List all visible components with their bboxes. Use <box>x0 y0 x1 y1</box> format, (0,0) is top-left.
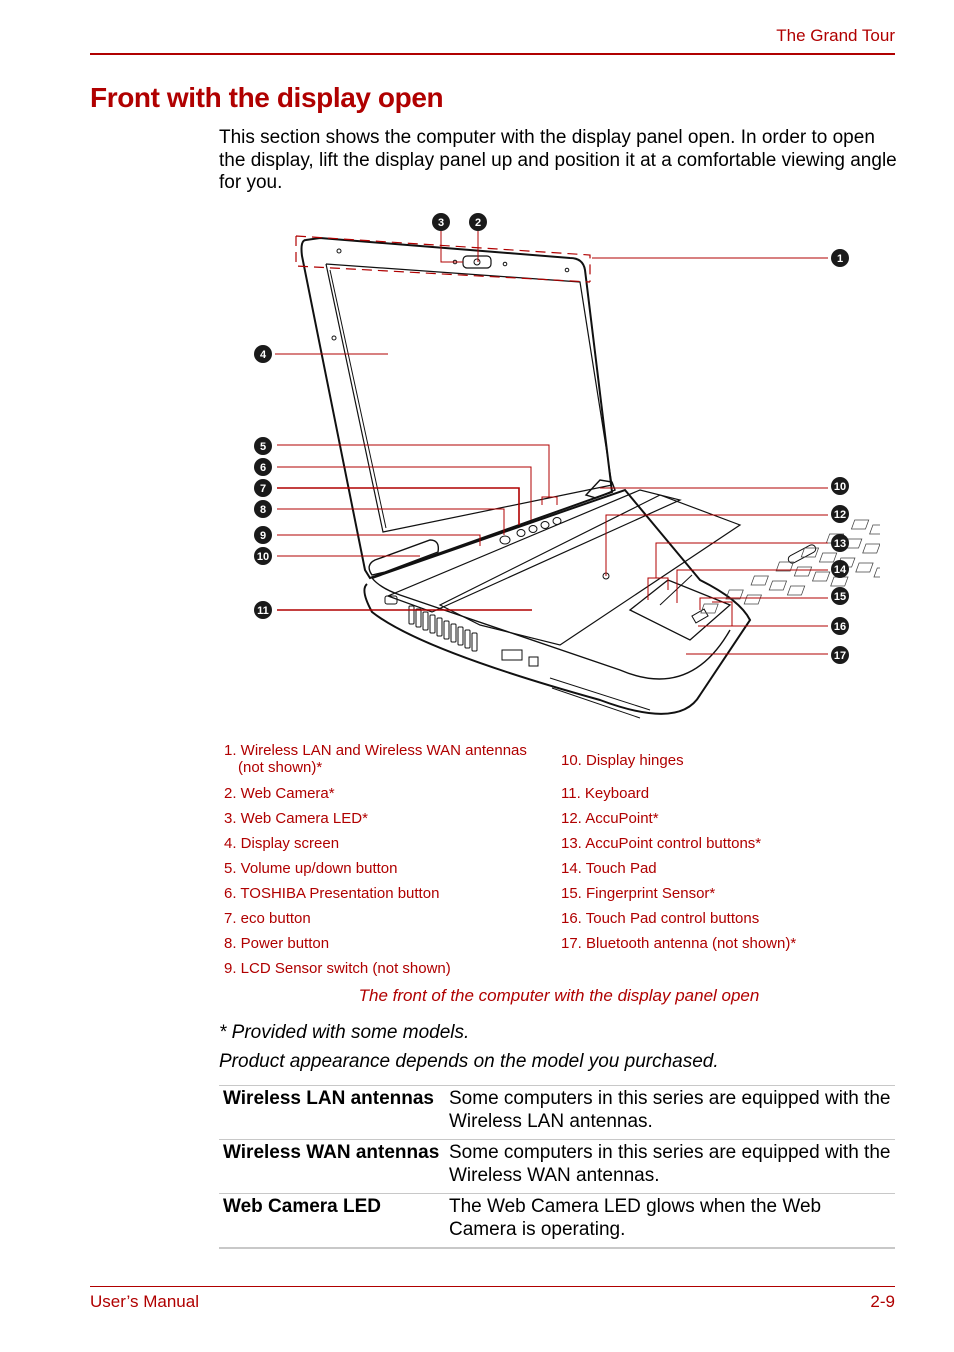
term-cell: Wireless LAN antennas <box>219 1085 445 1140</box>
laptop-drawing <box>300 236 817 719</box>
legend-item: 16. Touch Pad control buttons <box>561 910 760 927</box>
callout-markers: 123456789101011121314151617 <box>254 213 849 664</box>
callout-number: 15 <box>834 591 846 603</box>
callout-number: 6 <box>260 462 266 474</box>
callout-number: 17 <box>834 650 846 662</box>
legend-item-label-continued: (not shown)* <box>238 759 323 776</box>
callout-number: 3 <box>438 217 444 229</box>
legend-item: 10. Display hinges <box>561 752 684 769</box>
legend-item: 3. Web Camera LED* <box>224 810 368 827</box>
footer-page-number: 2-9 <box>870 1292 895 1311</box>
callout-number: 10 <box>257 551 269 563</box>
callout-marker: 7 <box>254 479 272 497</box>
table-row: Web Camera LED The Web Camera LED glows … <box>219 1193 895 1249</box>
callout-marker: 12 <box>831 505 849 523</box>
callout-marker: 10 <box>831 477 849 495</box>
callout-number: 11 <box>257 605 269 617</box>
legend-item: 6. TOSHIBA Presentation button <box>224 885 440 902</box>
legend-item: 7. eco button <box>224 910 311 927</box>
leader-lines <box>275 230 828 655</box>
term-cell: Wireless WAN antennas <box>219 1139 445 1194</box>
callout-marker: 15 <box>831 587 849 605</box>
callout-number: 13 <box>834 538 846 550</box>
callout-marker: 3 <box>432 213 450 231</box>
callout-marker: 1 <box>831 249 849 267</box>
keyboard-key <box>862 543 880 554</box>
callout-marker: 16 <box>831 617 849 635</box>
keyboard-key <box>786 585 806 596</box>
description-cell: Some computers in this series are equipp… <box>445 1085 895 1140</box>
keyboard-key <box>873 567 880 578</box>
legend-item: 5. Volume up/down button <box>224 860 398 877</box>
callout-marker: 4 <box>254 345 272 363</box>
legend-item: 11. Keyboard <box>561 785 650 802</box>
term-cell: Web Camera LED <box>219 1193 445 1249</box>
description-cell: Some computers in this series are equipp… <box>445 1139 895 1194</box>
definitions-table: Wireless LAN antennas Some computers in … <box>219 1085 895 1249</box>
callout-marker: 9 <box>254 526 272 544</box>
callout-number: 9 <box>260 530 266 542</box>
callout-marker: 8 <box>254 500 272 518</box>
header-chapter-title: The Grand Tour <box>776 26 895 45</box>
keyboard-key <box>818 552 838 563</box>
callout-number: 16 <box>834 621 846 633</box>
legend-item: 9. LCD Sensor switch (not shown) <box>224 960 451 977</box>
figure-caption: The front of the computer with the displ… <box>358 986 760 1005</box>
callout-marker: 2 <box>469 213 487 231</box>
legend-item: 2. Web Camera* <box>224 785 335 802</box>
legend-item-label: 1. Wireless LAN and Wireless WAN antenna… <box>224 742 527 759</box>
legend-item: 4. Display screen <box>224 835 340 852</box>
callout-number: 14 <box>834 564 847 576</box>
callout-marker: 10 <box>254 547 272 565</box>
callout-number: 7 <box>260 483 266 495</box>
antenna-region-outline <box>295 235 591 283</box>
table-row: Wireless WAN antennas Some computers in … <box>219 1139 895 1194</box>
callout-number: 4 <box>260 349 267 361</box>
table-row: Wireless LAN antennas Some computers in … <box>219 1085 895 1140</box>
callout-marker: 14 <box>831 560 849 578</box>
callout-marker: 17 <box>831 646 849 664</box>
keyboard-key <box>811 571 831 582</box>
callout-marker: 13 <box>831 534 849 552</box>
header-divider <box>90 53 895 55</box>
keyboard-key <box>750 575 769 586</box>
legend-item: 17. Bluetooth antenna (not shown)* <box>561 935 797 952</box>
laptop-front-figure: 123456789101011121314151617 <box>254 213 880 719</box>
footer-manual-title: User’s Manual <box>90 1292 199 1311</box>
note-provided-models: * Provided with some models. <box>219 1022 470 1043</box>
legend-item: 1. Wireless LAN and Wireless WAN antenna… <box>224 742 527 776</box>
callout-marker: 5 <box>254 437 272 455</box>
callout-number: 12 <box>834 509 846 521</box>
keyboard-key <box>855 562 874 573</box>
callout-marker: 6 <box>254 458 272 476</box>
keyboard-key <box>830 576 849 587</box>
legend-item: 12. AccuPoint* <box>561 810 659 827</box>
keyboard-key <box>768 580 788 591</box>
callout-number: 8 <box>260 504 266 516</box>
keyboard-key <box>850 519 870 530</box>
legend-item: 14. Touch Pad <box>561 860 657 877</box>
legend-item: 8. Power button <box>224 935 330 952</box>
callout-number: 10 <box>834 481 846 493</box>
callout-number: 5 <box>260 441 266 453</box>
keyboard-key <box>743 594 762 605</box>
callout-number: 1 <box>837 253 843 265</box>
keyboard-keys <box>700 519 880 614</box>
description-cell: The Web Camera LED glows when the Web Ca… <box>445 1193 895 1249</box>
keyboard-key <box>793 566 813 577</box>
note-product-appearance: Product appearance depends on the model … <box>219 1051 719 1072</box>
footer-divider <box>90 1286 895 1287</box>
intro-paragraph: This section shows the computer with the… <box>219 127 897 193</box>
legend-item: 15. Fingerprint Sensor* <box>561 885 716 902</box>
keyboard-key <box>869 524 880 535</box>
page-title: Front with the display open <box>90 82 444 113</box>
callout-marker: 11 <box>254 601 272 619</box>
keyboard-key <box>700 603 719 614</box>
callout-number: 2 <box>475 217 481 229</box>
legend-item: 13. AccuPoint control buttons* <box>561 835 762 852</box>
